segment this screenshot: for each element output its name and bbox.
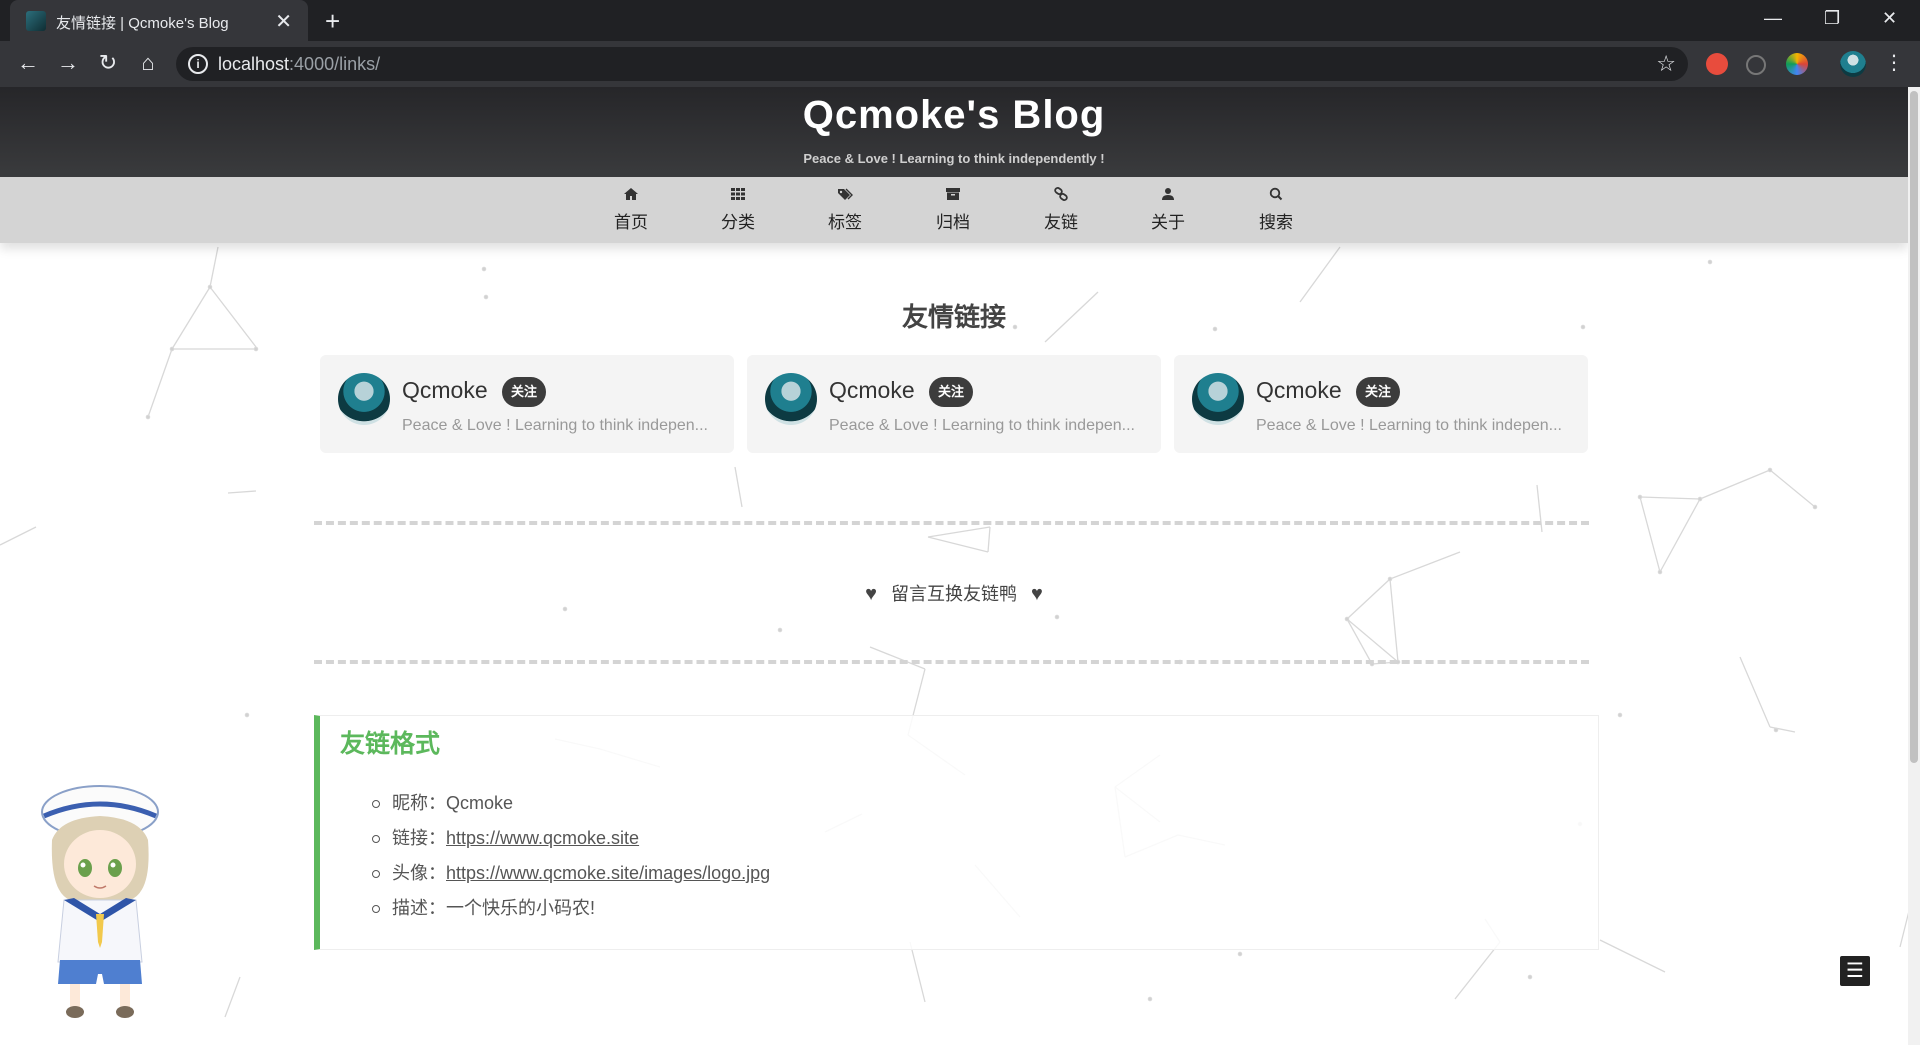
browser-tab-bar: 友情链接 | Qcmoke's Blog ✕ + — ❐ ✕: [0, 0, 1920, 41]
exchange-links-note: ♥ 留言互换友链鸭 ♥: [865, 583, 1043, 605]
live2d-mascot[interactable]: [30, 782, 170, 1022]
friend-description: Peace & Love ! Learning to think indepen…: [1256, 417, 1562, 434]
nav-item-archive[interactable]: 归档: [913, 177, 993, 243]
format-list: 昵称：Qcmoke 链接：https://www.qcmoke.site 头像：…: [372, 786, 770, 926]
scrollbar-thumb[interactable]: [1910, 91, 1918, 763]
extension-infinity-icon[interactable]: [1706, 53, 1728, 75]
main-navigation: 首页 分类 标签 归档 友链 关于 搜索: [0, 177, 1908, 243]
dashed-divider: [314, 521, 1589, 525]
nav-item-home[interactable]: 首页: [591, 177, 671, 243]
nav-item-categories[interactable]: 分类: [698, 177, 778, 243]
list-item: 描述：一个快乐的小码农!: [372, 891, 770, 926]
site-link[interactable]: https://www.qcmoke.site: [446, 828, 639, 848]
friend-name: Qcmoke: [402, 377, 488, 403]
new-tab-button[interactable]: +: [325, 6, 340, 37]
format-title: 友链格式: [340, 730, 441, 758]
url-text[interactable]: localhost:4000/links/: [218, 54, 380, 75]
extension-color-icon[interactable]: [1786, 53, 1808, 75]
site-header: Qcmoke's Blog Peace & Love ! Learning to…: [0, 87, 1908, 177]
friend-link-card[interactable]: Qcmoke 关注 Peace & Love ! Learning to thi…: [747, 355, 1161, 453]
nav-item-links[interactable]: 友链: [1021, 177, 1101, 243]
avatar-link[interactable]: https://www.qcmoke.site/images/logo.jpg: [446, 863, 770, 883]
home-icon: [624, 188, 638, 200]
tab-close-icon[interactable]: ✕: [275, 9, 292, 34]
friend-link-card[interactable]: Qcmoke 关注 Peace & Love ! Learning to thi…: [320, 355, 734, 453]
dashed-divider: [314, 660, 1589, 664]
link-format-box: 友链格式 昵称：Qcmoke 链接：https://www.qcmoke.sit…: [314, 715, 1599, 950]
friend-name: Qcmoke: [1256, 377, 1342, 403]
follow-badge[interactable]: 关注: [502, 377, 546, 407]
friend-name: Qcmoke: [829, 377, 915, 403]
friend-description: Peace & Love ! Learning to think indepen…: [829, 417, 1135, 434]
tab-title: 友情链接 | Qcmoke's Blog: [56, 15, 229, 32]
follow-badge[interactable]: 关注: [1356, 377, 1400, 407]
favicon-icon: [26, 11, 46, 31]
link-icon: [1054, 187, 1068, 201]
search-icon: [1269, 187, 1283, 201]
browser-toolbar: ← → ↻ ⌂ i localhost:4000/links/ ☆ ⋮: [0, 41, 1920, 87]
heart-icon: ♥: [1031, 583, 1043, 605]
extension-power-icon[interactable]: [1746, 55, 1766, 75]
list-item: 链接：https://www.qcmoke.site: [372, 821, 770, 856]
site-subtitle: Peace & Love ! Learning to think indepen…: [803, 151, 1105, 166]
tags-icon: [838, 188, 853, 200]
avatar: [1192, 373, 1244, 425]
restore-button[interactable]: ❐: [1824, 8, 1840, 29]
avatar: [765, 373, 817, 425]
toc-button[interactable]: ☰: [1840, 956, 1870, 986]
archive-icon: [946, 188, 960, 200]
nav-item-tags[interactable]: 标签: [805, 177, 885, 243]
page-content: Qcmoke's Blog Peace & Love ! Learning to…: [0, 87, 1908, 1045]
menu-kebab-icon[interactable]: ⋮: [1880, 50, 1908, 75]
reload-icon[interactable]: ↻: [94, 50, 122, 76]
list-item: 昵称：Qcmoke: [372, 786, 770, 821]
friend-link-card[interactable]: Qcmoke 关注 Peace & Love ! Learning to thi…: [1174, 355, 1588, 453]
forward-icon[interactable]: →: [54, 50, 82, 76]
user-icon: [1162, 188, 1174, 200]
list-item: 头像：https://www.qcmoke.site/images/logo.j…: [372, 856, 770, 891]
nav-item-about[interactable]: 关于: [1128, 177, 1208, 243]
close-window-button[interactable]: ✕: [1882, 8, 1897, 29]
friend-description: Peace & Love ! Learning to think indepen…: [402, 417, 708, 434]
scrollbar[interactable]: [1908, 87, 1920, 1045]
bookmark-star-icon[interactable]: ☆: [1656, 51, 1676, 77]
browser-tab[interactable]: 友情链接 | Qcmoke's Blog ✕: [10, 0, 308, 41]
avatar: [338, 373, 390, 425]
back-icon[interactable]: ←: [14, 50, 42, 76]
nav-item-search[interactable]: 搜索: [1236, 177, 1316, 243]
grid-icon: [731, 188, 745, 200]
profile-avatar[interactable]: [1840, 51, 1866, 77]
site-info-icon[interactable]: i: [188, 54, 208, 74]
minimize-button[interactable]: —: [1764, 8, 1782, 29]
heart-icon: ♥: [865, 583, 877, 605]
page-title: 友情链接: [901, 302, 1006, 332]
site-title[interactable]: Qcmoke's Blog: [0, 93, 1908, 138]
follow-badge[interactable]: 关注: [929, 377, 973, 407]
address-bar[interactable]: i localhost:4000/links/ ☆: [176, 47, 1688, 81]
home-button-icon[interactable]: ⌂: [134, 50, 162, 76]
